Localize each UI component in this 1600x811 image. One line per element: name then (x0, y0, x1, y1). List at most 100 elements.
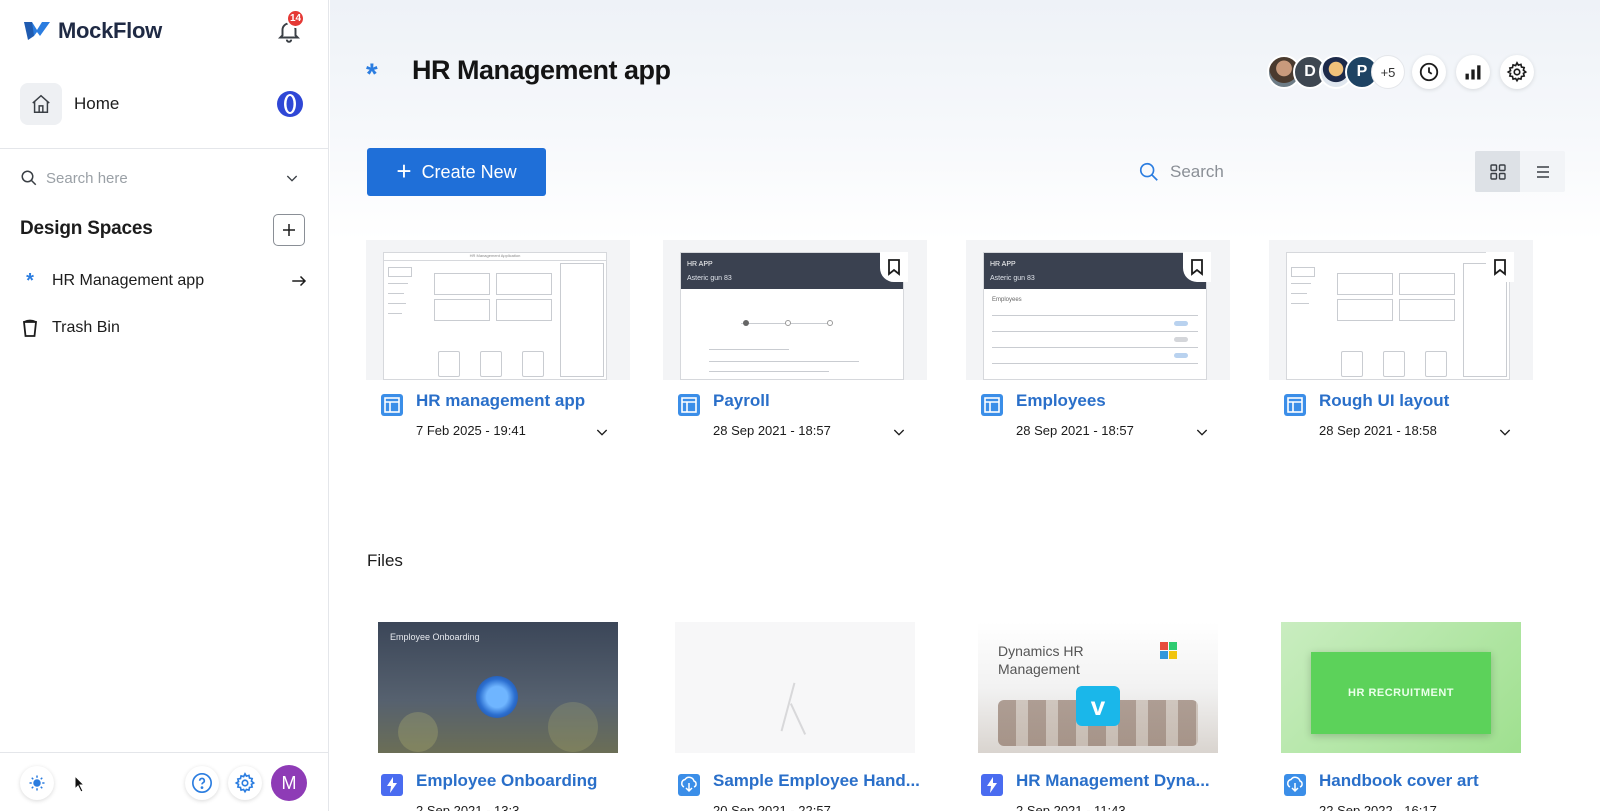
wireframe-card[interactable]: HR APP Asteric gun 83 Payroll 28 Sep 202… (663, 240, 927, 460)
bookmark-button[interactable] (880, 252, 908, 282)
wireframe-file-icon (1284, 394, 1306, 416)
asterisk-icon: * (26, 269, 34, 292)
wireframe-date: 28 Sep 2021 - 18:57 (1016, 423, 1134, 438)
design-spaces-title: Design Spaces (20, 218, 153, 239)
user-avatar[interactable]: M (271, 765, 307, 801)
arrow-right-icon[interactable] (290, 273, 308, 289)
file-card[interactable]: Sample Employee Hand... 20 Sep 2021 - 22… (663, 610, 927, 811)
chevron-down-icon[interactable] (891, 424, 907, 440)
chevron-down-icon[interactable] (284, 170, 300, 186)
file-thumbnail[interactable] (675, 622, 915, 753)
wireframe-preview: HR APP Asteric gun 83 Employees (983, 252, 1207, 380)
theme-toggle-button[interactable] (20, 766, 54, 800)
wireframe-name[interactable]: HR management app (416, 391, 585, 411)
preview-header-text: HR APP (990, 261, 1016, 268)
wireframe-thumbnail[interactable]: HR Management Application (366, 240, 630, 380)
help-icon (192, 773, 212, 793)
wireframe-preview (1286, 252, 1510, 380)
preview-header: HR APP Asteric gun 83 (681, 253, 903, 289)
create-new-button[interactable]: + Create New (367, 148, 546, 196)
bookmark-icon (1494, 259, 1506, 276)
wireframe-name[interactable]: Payroll (713, 391, 770, 411)
wireframe-card[interactable]: HR Management Application HR management … (366, 240, 630, 460)
mouse-cursor-icon (74, 775, 86, 793)
settings-button[interactable] (228, 766, 262, 800)
sidebar-item-hr-management-app[interactable]: * HR Management app (22, 268, 308, 294)
sidebar: MockFlow 14 Home Search here Design Spac… (0, 0, 329, 811)
mockflow-logo-icon (24, 22, 50, 40)
history-button[interactable] (1412, 55, 1446, 89)
preview-header: HR APP Asteric gun 83 (984, 253, 1206, 289)
home-icon (20, 83, 62, 125)
sidebar-item-trash-bin[interactable]: Trash Bin (22, 315, 308, 341)
sidebar-search-placeholder: Search here (46, 169, 128, 187)
gear-icon (1506, 61, 1528, 83)
bookmark-icon (1191, 259, 1203, 276)
chevron-down-icon[interactable] (594, 424, 610, 440)
file-thumbnail[interactable]: Dynamics HR Management v (978, 622, 1218, 753)
bookmark-button[interactable] (1183, 252, 1211, 282)
wireframe-card[interactable]: Rough UI layout 28 Sep 2021 - 18:58 (1269, 240, 1533, 460)
search-placeholder: Search (1170, 162, 1224, 181)
brand-logo[interactable]: MockFlow (22, 18, 162, 44)
clock-icon (1419, 62, 1439, 82)
more-collaborators-badge[interactable]: +5 (1371, 55, 1405, 89)
wireframe-file-icon (678, 394, 700, 416)
search-input[interactable]: Search (1138, 158, 1438, 186)
grid-icon (1489, 163, 1506, 180)
file-thumbnail[interactable]: Employee Onboarding (378, 622, 618, 753)
preview-header-subtext: Asteric gun 83 (687, 275, 732, 282)
bookmark-button[interactable] (1486, 252, 1514, 282)
bookmark-icon (888, 259, 900, 276)
preview-title: HR Management Application (384, 253, 606, 261)
sidebar-item-label: HR Management app (52, 272, 205, 289)
page-title: HR Management app (412, 55, 671, 85)
list-icon (1536, 165, 1549, 178)
search-icon (1139, 162, 1158, 181)
thumbnail-text: Dynamics HR Management (998, 643, 1084, 677)
wireframe-file-icon (381, 394, 403, 416)
chevron-down-icon[interactable] (1194, 424, 1210, 440)
brand-name: MockFlow (58, 18, 162, 43)
help-button[interactable] (185, 766, 219, 800)
file-thumbnail[interactable]: HR RECRUITMENT (1281, 622, 1521, 753)
file-name[interactable]: Sample Employee Hand... (713, 771, 920, 791)
sidebar-search-input[interactable]: Search here (20, 166, 300, 190)
grid-view-button[interactable] (1475, 151, 1520, 192)
wireframe-thumbnail[interactable]: HR APP Asteric gun 83 (663, 240, 927, 380)
space-settings-button[interactable] (1500, 55, 1534, 89)
file-card[interactable]: Dynamics HR Management v HR Management D… (966, 610, 1230, 811)
list-view-button[interactable] (1520, 151, 1565, 192)
files-section-title: Files (367, 551, 403, 570)
plus-icon (283, 224, 295, 236)
wireframe-thumbnail[interactable]: HR APP Asteric gun 83 Employees (966, 240, 1230, 380)
wireframe-preview: HR APP Asteric gun 83 (680, 252, 904, 380)
file-card[interactable]: HR RECRUITMENT Handbook cover art 22 Sep… (1269, 610, 1533, 811)
wireframe-card[interactable]: HR APP Asteric gun 83 Employees Employee… (966, 240, 1230, 460)
file-date: 22 Sep 2022 - 16:17 (1319, 803, 1437, 811)
file-card[interactable]: Employee Onboarding Employee Onboarding … (366, 610, 630, 811)
file-name[interactable]: HR Management Dyna... (1016, 771, 1210, 791)
opera-icon[interactable] (276, 90, 304, 118)
view-toggle[interactable] (1475, 151, 1565, 192)
add-design-space-button[interactable] (273, 214, 305, 246)
file-name[interactable]: Handbook cover art (1319, 771, 1479, 791)
create-new-label: Create New (421, 161, 517, 182)
download-file-icon (678, 774, 700, 796)
trash-icon (22, 319, 38, 337)
file-date: 2 Sep 2021 - 11:43 (1016, 803, 1126, 811)
wireframe-thumbnail[interactable] (1269, 240, 1533, 380)
file-name[interactable]: Employee Onboarding (416, 771, 597, 791)
wireframe-name[interactable]: Rough UI layout (1319, 391, 1449, 411)
vimeo-icon: v (1076, 686, 1120, 726)
interactive-file-icon (981, 774, 1003, 796)
sidebar-item-home[interactable]: Home (20, 82, 310, 126)
sun-icon (29, 775, 45, 791)
interactive-file-icon (381, 774, 403, 796)
gear-icon (234, 772, 256, 794)
chevron-down-icon[interactable] (1497, 424, 1513, 440)
home-label: Home (74, 94, 120, 113)
wireframe-name[interactable]: Employees (1016, 391, 1106, 411)
collaborators-group[interactable]: D P +5 (1267, 55, 1405, 89)
analytics-button[interactable] (1456, 55, 1490, 89)
